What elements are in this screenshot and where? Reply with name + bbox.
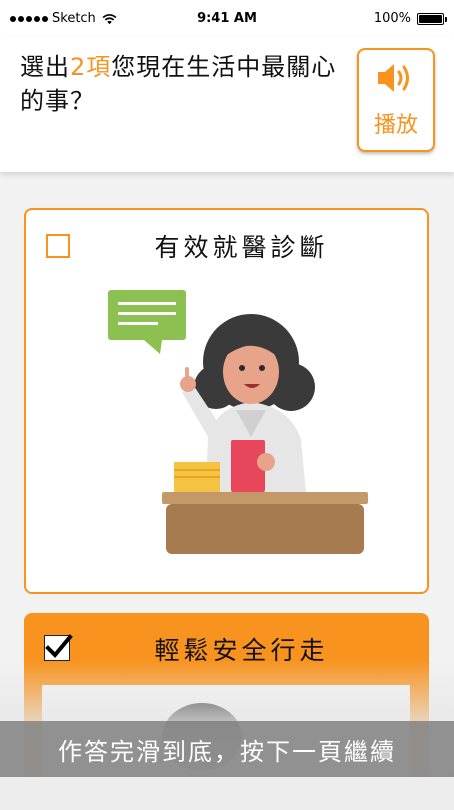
option-card-diagnosis[interactable]: 有效就醫診斷	[24, 208, 429, 594]
speaker-icon	[378, 64, 409, 92]
play-label: 播放	[373, 113, 418, 138]
question-prefix: 選出	[20, 53, 70, 81]
question-accent: 2項	[70, 53, 112, 81]
checkmark-icon	[45, 634, 73, 658]
battery-icon	[417, 12, 447, 25]
question-header: 選出2項您現在生活中最關心的事？ 播放	[0, 38, 454, 172]
status-bar: Sketch 9:41 AM 100%	[0, 0, 454, 38]
play-audio-button[interactable]: 播放	[357, 48, 435, 152]
battery-percent: 100%	[373, 11, 411, 26]
bottom-strip	[0, 777, 454, 810]
scroll-hint-banner: 作答完滑到底，按下一頁繼續	[0, 721, 454, 777]
option-checkbox[interactable]	[46, 234, 70, 258]
option-checkbox-checked[interactable]	[44, 634, 73, 661]
option-label: 有效就醫診斷	[154, 233, 329, 262]
doctor-illustration	[108, 290, 368, 554]
question-text: 選出2項您現在生活中最關心的事？	[20, 50, 340, 118]
status-right: 100%	[373, 11, 447, 26]
